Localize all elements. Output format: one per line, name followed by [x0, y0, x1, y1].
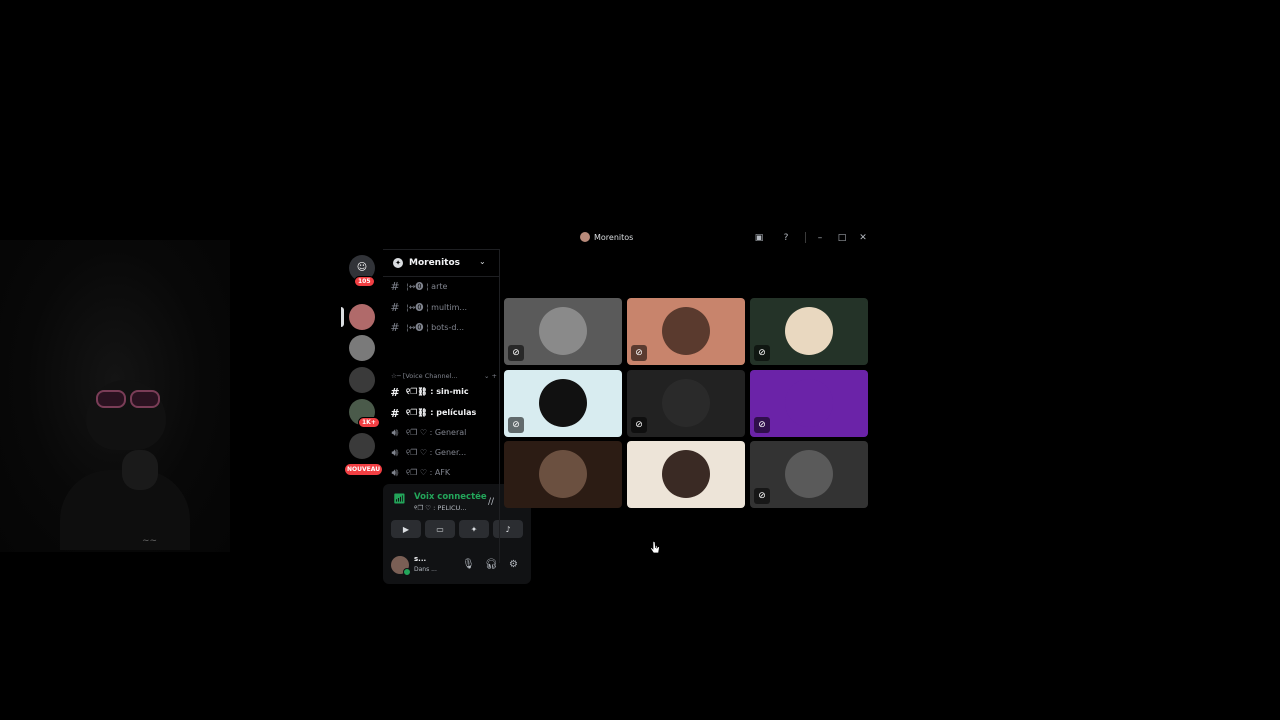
server-icon [580, 232, 590, 242]
screen-share-button[interactable]: ▭ [425, 520, 455, 538]
hash-icon: # [390, 320, 400, 334]
username[interactable]: s... [414, 555, 426, 563]
participant-avatar [539, 379, 587, 427]
muted-mic-icon: ⊘ [508, 417, 524, 433]
channel-label: ୧❐ ♡ : Gener... [406, 448, 467, 457]
category-header[interactable]: ☆─ [Voice Channel... ⌄ + [391, 372, 497, 380]
connection-signal-icon[interactable]: 📶︎ [393, 494, 407, 508]
channel-item[interactable]: # ୧❐⛓ : sin-mic [389, 383, 497, 401]
server-name: Morenitos [409, 258, 461, 268]
participant-tile[interactable]: ⊘ [504, 298, 622, 365]
online-status-dot [403, 568, 411, 576]
webcam-overlay: ~~ [0, 240, 230, 552]
channel-sidebar: ✦ Morenitos ⌄ # ¦↭⓿ ¦ arte # ¦↭⓿ ¦ multi… [383, 249, 531, 584]
channel-label: ୧❐⛓ : películas [406, 408, 477, 417]
gear-icon[interactable]: ⚙ [509, 559, 518, 570]
voice-channel-item[interactable]: 🔊︎ ୧❐ ♡ : AFK [389, 464, 497, 482]
add-channel-icon[interactable]: ⌄ + [484, 372, 497, 380]
channel-label: ୧❐ ♡ : AFK [406, 468, 451, 477]
participant-avatar [539, 307, 587, 355]
hash-icon: # [390, 385, 400, 399]
channel-item[interactable]: # ¦↭⓿ ¦ multim... [389, 298, 497, 316]
webcam-person-hand [122, 450, 158, 490]
glasses [96, 390, 162, 410]
channel-label: ¦↭⓿ ¦ bots-d... [406, 322, 465, 332]
channel-item[interactable]: # ¦↭⓿ ¦ bots-d... [389, 318, 497, 336]
pointer-cursor-icon [650, 540, 660, 554]
voice-channel-item[interactable]: 🔊︎ ୧❐ ♡ : General [389, 424, 497, 442]
minimize-button[interactable]: – [814, 232, 826, 244]
voice-status[interactable]: Voix connectée [414, 492, 487, 502]
watermark: ~~ [142, 536, 158, 546]
participant-tile[interactable]: ⊘ [750, 370, 868, 437]
server-item[interactable] [349, 335, 375, 361]
channel-item[interactable]: # ¦↭⓿ ¦ arte [389, 277, 497, 295]
hash-icon: # [390, 406, 400, 420]
help-icon[interactable]: ? [780, 232, 792, 244]
server-unread-badge: 1K+ [358, 417, 380, 428]
muted-mic-icon: ⊘ [754, 417, 770, 433]
new-badge: NOUVEAU [345, 464, 383, 475]
maximize-button[interactable]: □ [836, 232, 848, 244]
server-header[interactable]: ✦ Morenitos ⌄ [383, 250, 499, 277]
participant-tile[interactable]: ⊘ [750, 298, 868, 365]
server-folder[interactable] [349, 433, 375, 459]
sidebar-divider [499, 249, 500, 563]
activities-button[interactable]: ✦ [459, 520, 489, 538]
participant-avatar [662, 307, 710, 355]
muted-mic-icon: ⊘ [631, 345, 647, 361]
participant-avatar [662, 450, 710, 498]
soundboard-button[interactable]: ♪ [493, 520, 523, 538]
muted-mic-icon: ⊘ [631, 417, 647, 433]
titlebar-divider [805, 232, 806, 243]
camera-toggle-button[interactable]: ▶︎ [391, 520, 421, 538]
participant-tile[interactable]: ⊘ [504, 370, 622, 437]
participant-avatar [785, 307, 833, 355]
speaker-icon: 🔊︎ [391, 426, 399, 439]
inbox-icon[interactable]: ▣ [753, 232, 765, 244]
participant-avatar [785, 379, 833, 427]
participant-tile[interactable] [627, 441, 745, 508]
hash-icon: # [390, 279, 400, 293]
participant-tile[interactable]: ⊘ [627, 370, 745, 437]
window-title: Morenitos [580, 232, 633, 242]
headphones-icon[interactable]: 🎧︎ [485, 559, 498, 570]
participant-avatar [785, 450, 833, 498]
user-status: Dans ... [414, 566, 437, 573]
server-folder[interactable] [349, 367, 375, 393]
speaker-icon: 🔊︎ [391, 466, 399, 479]
participant-tile[interactable]: ⊘ [627, 298, 745, 365]
channel-item[interactable]: # ୧❐⛓ : películas [389, 404, 497, 422]
microphone-icon[interactable]: 🎙︎ [462, 559, 475, 570]
channel-label: ¦↭⓿ ¦ multim... [406, 302, 468, 312]
community-icon: ✦ [393, 258, 403, 268]
server-list: ☺ 105 1K+ NOUVEAU [341, 249, 383, 563]
muted-mic-icon: ⊘ [508, 345, 524, 361]
participant-avatar [539, 450, 587, 498]
channel-label: ¦↭⓿ ¦ arte [406, 281, 448, 291]
hash-icon: # [390, 300, 400, 314]
discord-window: Morenitos ▣ ? – □ ✕ ☺ 105 1K+ NOUVEAU ✦ … [341, 227, 873, 584]
channel-label: ୧❐ ♡ : General [406, 428, 467, 437]
close-button[interactable]: ✕ [857, 232, 869, 244]
window-title-text: Morenitos [594, 232, 634, 242]
channel-label: ୧❐⛓ : sin-mic [406, 387, 469, 396]
muted-mic-icon: ⊘ [754, 488, 770, 504]
participant-avatar [662, 379, 710, 427]
selected-server-indicator [341, 307, 344, 327]
voice-channel-item[interactable]: 🔊︎ ୧❐ ♡ : Gener... [389, 444, 497, 462]
participant-tile[interactable] [504, 441, 622, 508]
server-morenitos[interactable] [349, 304, 375, 330]
noise-suppression-icon[interactable]: ∕∕ [488, 497, 494, 507]
speaker-icon: 🔊︎ [391, 446, 399, 459]
chevron-down-icon: ⌄ [479, 257, 486, 266]
category-label: ☆─ [Voice Channel... [391, 372, 458, 380]
muted-mic-icon: ⊘ [754, 345, 770, 361]
title-bar: Morenitos ▣ ? – □ ✕ [345, 227, 873, 249]
dm-unread-badge: 105 [354, 276, 375, 287]
voice-channel-name[interactable]: ୧❐ ♡ : PELICU... [414, 504, 467, 513]
participant-tile[interactable]: ⊘ [750, 441, 868, 508]
